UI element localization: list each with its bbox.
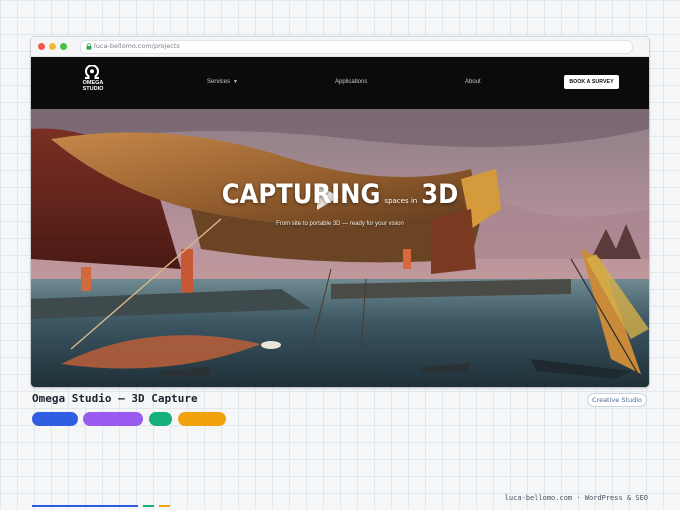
hero-subline: From site to portable 3D — ready for you… [276, 221, 404, 227]
category-badge[interactable]: Creative Studio [587, 393, 648, 407]
progress-bar-blue [32, 505, 138, 507]
book-survey-button[interactable]: BOOK A SURVEY [564, 75, 619, 89]
nav-about[interactable]: About [465, 79, 481, 85]
headline-main: CAPTURING [221, 179, 381, 210]
nav-services[interactable]: Services ▼ [207, 79, 238, 85]
minimize-window-dot[interactable] [49, 43, 56, 50]
close-window-dot[interactable] [38, 43, 45, 50]
logo-wordmark[interactable]: OMEGA STUDIO [75, 80, 111, 92]
headline-end: 3D [421, 179, 459, 210]
color-swatch-blue [32, 412, 78, 426]
maximize-window-dot[interactable] [60, 43, 67, 50]
browser-toolbar: luca-bellomo.com/projects [31, 37, 649, 57]
logo-line-2: STUDIO [82, 86, 104, 92]
headline-connector: spaces in [384, 197, 418, 205]
site-header: OMEGA STUDIO Services ▼ Applications Abou… [31, 57, 649, 109]
progress-bar-amber [159, 505, 170, 507]
omega-logo-icon[interactable] [81, 65, 103, 79]
url-text: luca-bellomo.com/projects [94, 42, 180, 50]
project-title: Omega Studio — 3D Capture [32, 392, 198, 405]
hero-banner: CAPTURING spaces in 3D From site to portab… [31, 109, 649, 387]
footer-credit: luca-bellomo.com · WordPress & SEO [504, 494, 648, 502]
progress-bar-green [143, 505, 154, 507]
website-viewport: OMEGA STUDIO Services ▼ Applications Abou… [31, 57, 649, 387]
hero-background-image [31, 109, 649, 387]
color-swatch-purple [83, 412, 143, 426]
nav-services-label: Services [207, 79, 231, 85]
lock-icon [86, 43, 92, 50]
hero-headline: CAPTURING spaces in 3D [31, 179, 649, 210]
browser-window: luca-bellomo.com/projects OMEGA STUDIO S… [31, 37, 649, 387]
color-swatch-amber [178, 412, 226, 426]
nav-applications[interactable]: Applications [335, 79, 367, 85]
address-bar[interactable]: luca-bellomo.com/projects [80, 40, 633, 54]
color-swatch-green [149, 412, 172, 426]
chevron-down-icon: ▼ [233, 79, 238, 85]
